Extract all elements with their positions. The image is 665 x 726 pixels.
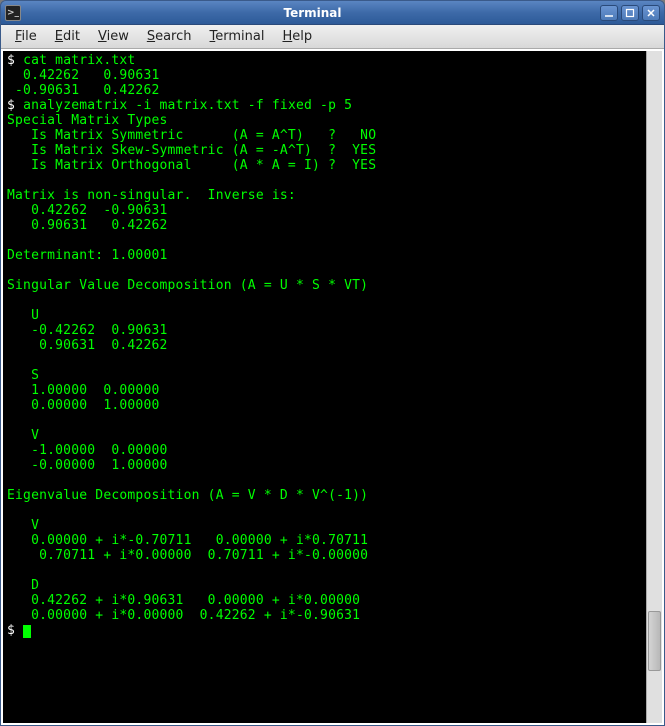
terminal-window: >_ Terminal File Edit View Search Termin… bbox=[0, 0, 665, 726]
close-button[interactable] bbox=[642, 5, 660, 21]
scrollbar[interactable] bbox=[646, 51, 662, 723]
window-title: Terminal bbox=[25, 6, 600, 20]
terminal-area: $ cat matrix.txt 0.42262 0.90631 -0.9063… bbox=[1, 49, 664, 725]
minimize-icon bbox=[604, 8, 614, 18]
menu-edit[interactable]: Edit bbox=[47, 27, 88, 46]
menubar: File Edit View Search Terminal Help bbox=[1, 25, 664, 49]
titlebar[interactable]: >_ Terminal bbox=[1, 1, 664, 25]
menu-help[interactable]: Help bbox=[274, 27, 320, 46]
menu-view[interactable]: View bbox=[90, 27, 137, 46]
menu-terminal[interactable]: Terminal bbox=[202, 27, 273, 46]
cursor bbox=[23, 625, 31, 638]
scrollbar-thumb[interactable] bbox=[648, 611, 661, 671]
menu-search[interactable]: Search bbox=[139, 27, 200, 46]
maximize-icon bbox=[625, 8, 635, 18]
terminal-output[interactable]: $ cat matrix.txt 0.42262 0.90631 -0.9063… bbox=[3, 51, 646, 723]
maximize-button[interactable] bbox=[621, 5, 639, 21]
app-icon: >_ bbox=[5, 5, 21, 21]
minimize-button[interactable] bbox=[600, 5, 618, 21]
window-controls bbox=[600, 5, 660, 21]
menu-file[interactable]: File bbox=[7, 27, 45, 46]
close-icon bbox=[646, 8, 656, 18]
